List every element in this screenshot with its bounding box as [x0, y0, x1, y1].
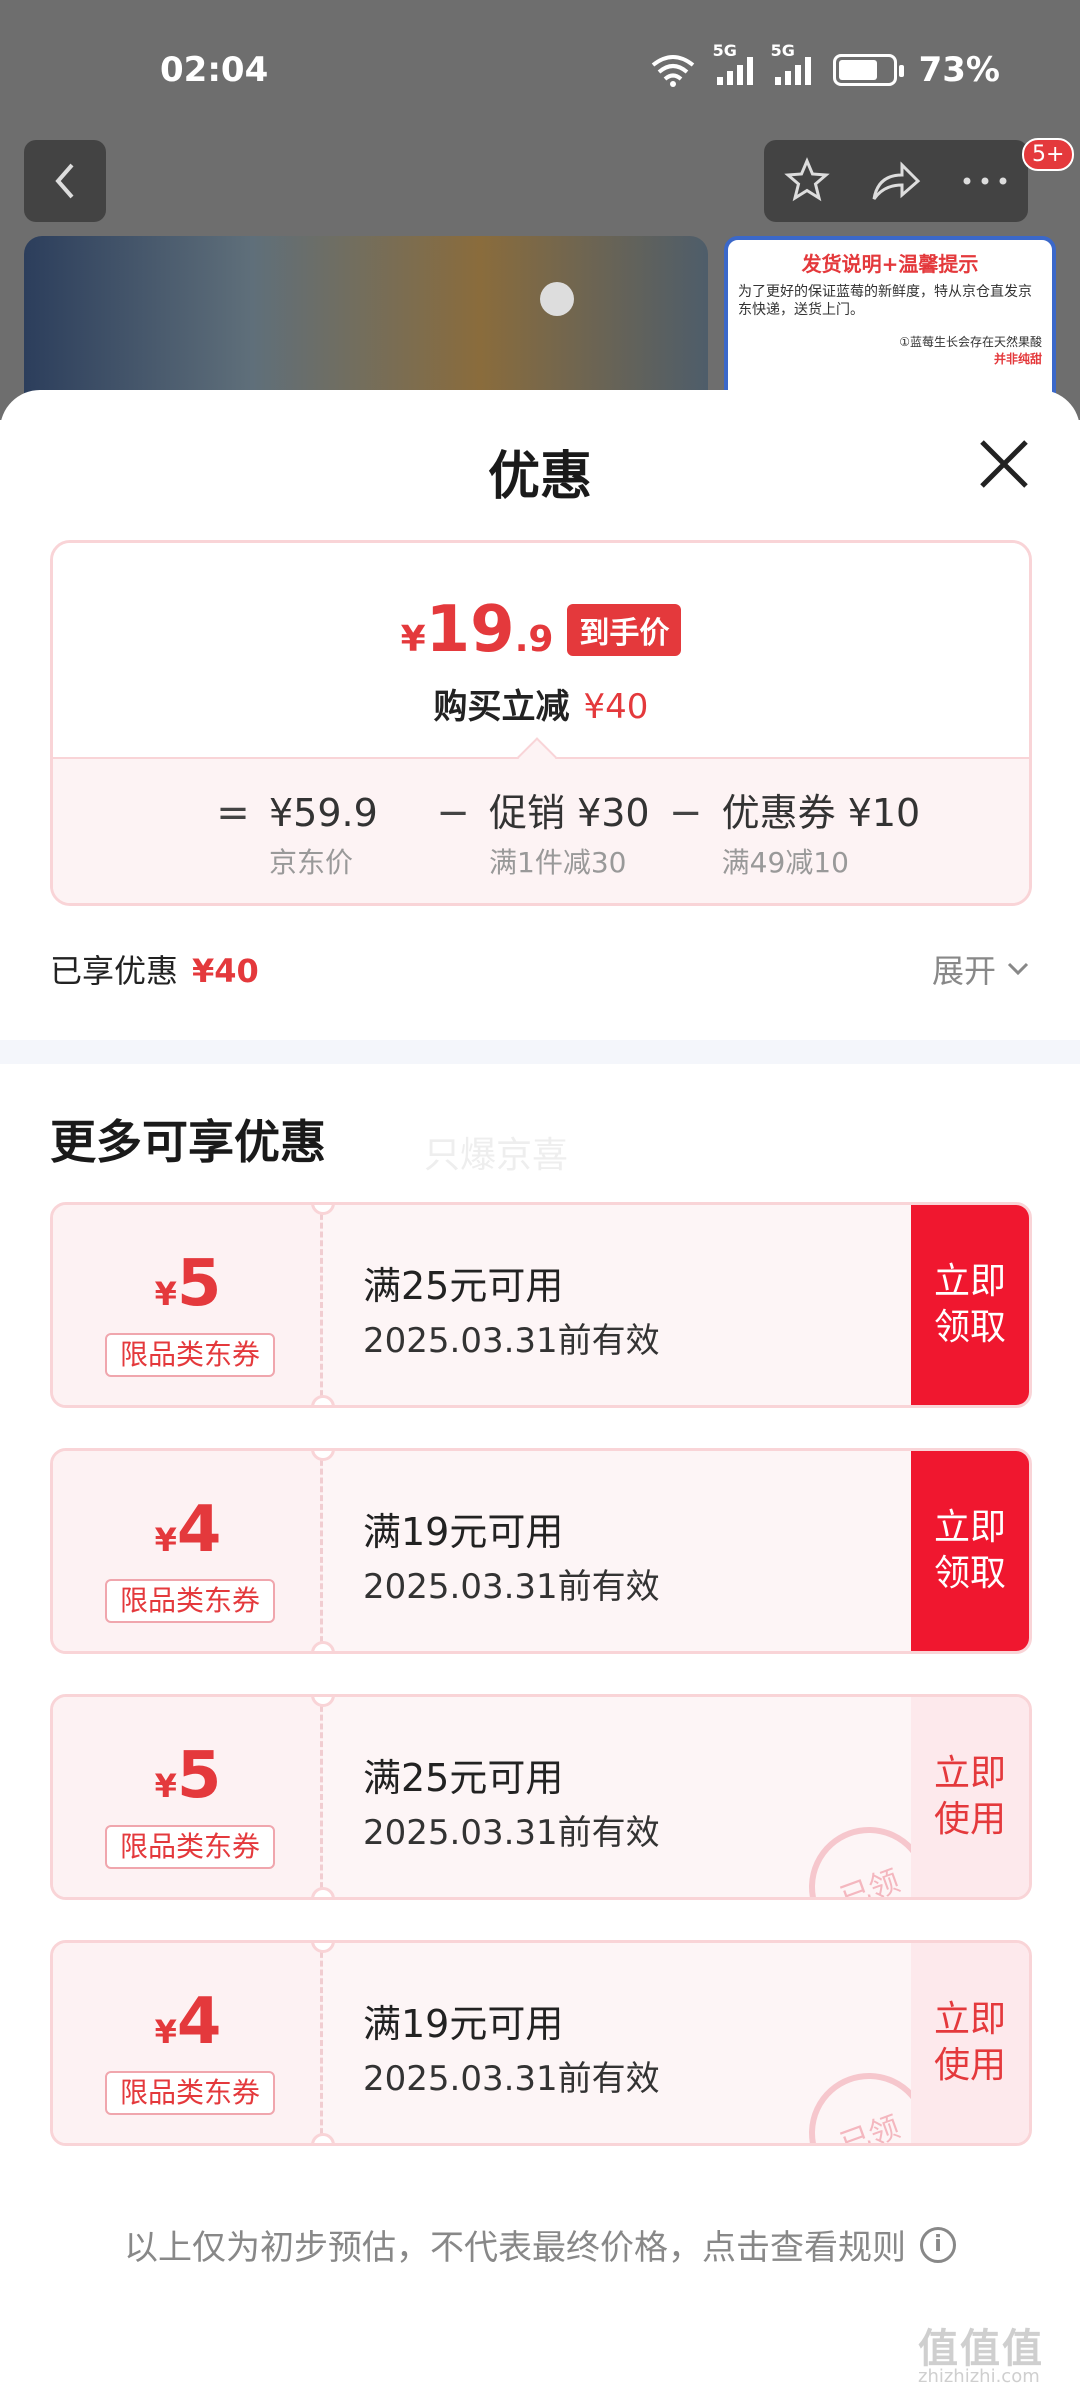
- sheet-title: 优惠: [487, 447, 592, 507]
- coupon-category: 限品类东券: [105, 1579, 275, 1623]
- coupon-validity: 2025.03.31前有效: [363, 1321, 660, 1361]
- close-button[interactable]: [974, 434, 1034, 494]
- coupon-validity: 2025.03.31前有效: [363, 1567, 660, 1607]
- coupon-amount: ¥5: [154, 1247, 222, 1321]
- back-button[interactable]: [24, 140, 106, 222]
- coupon-amount: ¥4: [154, 1985, 222, 2059]
- coupon-category: 限品类东券: [105, 2071, 275, 2115]
- close-icon: [980, 440, 1028, 488]
- enjoyed-discount: 已享优惠 ¥40: [50, 952, 259, 990]
- coupon-condition: 满25元可用: [363, 1756, 564, 1800]
- notification-badge: 5+: [1022, 138, 1075, 171]
- final-price-value: ¥19.9: [400, 593, 554, 667]
- info-image-text: 为了更好的保证蓝莓的新鲜度，特从京仓直发京东快递，送货上门。: [738, 284, 1032, 318]
- star-icon[interactable]: [783, 157, 831, 205]
- calc-item-promotion: 促销 ¥30 满1件减30: [489, 791, 650, 879]
- coupon-validity: 2025.03.31前有效: [363, 2059, 660, 2099]
- more-icon[interactable]: [961, 175, 1009, 187]
- calc-item-jd-price: ¥59.9 京东价: [269, 791, 378, 879]
- final-price-tag: 到手价: [567, 604, 682, 656]
- price-calculation: = ¥59.9 京东价 − 促销 ¥30 满1件减30 − 优惠券 ¥10 满4…: [203, 789, 926, 881]
- watermark-text: 只爆京喜: [424, 1135, 569, 1176]
- info-icon: i: [920, 2226, 956, 2263]
- coupon-card: ¥4 限品类东券 满19元可用 2025.03.31前有效 立即 领取: [50, 1448, 1032, 1654]
- cellular-signal-icon-2: 5G: [771, 41, 811, 85]
- coupon-notch: [311, 1641, 335, 1651]
- coupon-amount: ¥5: [154, 1739, 222, 1813]
- coupon-condition: 满19元可用: [363, 1510, 564, 1554]
- wifi-icon: [651, 55, 694, 87]
- status-icons: 5G 5G 73%: [651, 41, 1000, 90]
- info-image-title: 发货说明+温馨提示: [801, 252, 979, 276]
- final-price: ¥19.9 到手价: [53, 593, 1029, 667]
- battery-percent: 73%: [918, 50, 1000, 90]
- chevron-down-icon: [1007, 962, 1029, 976]
- page-backdrop: 02:04 5G 5G 73% 5+ 发货说明+温馨提示 为了更好的保证蓝莓的新…: [0, 0, 1080, 420]
- minus-sign: −: [668, 790, 703, 836]
- status-bar: 02:04 5G 5G 73%: [0, 0, 1080, 140]
- claim-coupon-button[interactable]: 立即 领取: [911, 1205, 1029, 1405]
- coupon-notch: [311, 1395, 335, 1405]
- price-breakdown: = ¥59.9 京东价 − 促销 ¥30 满1件减30 − 优惠券 ¥10 满4…: [53, 757, 1029, 903]
- calc-item-coupon: 优惠券 ¥10 满49减10: [721, 791, 921, 879]
- section-divider: [0, 1040, 1080, 1064]
- use-coupon-button[interactable]: 立即 使用: [911, 1943, 1029, 2143]
- coupon-condition: 满19元可用: [363, 2002, 564, 2046]
- minus-sign: −: [436, 790, 470, 836]
- chevron-left-icon: [55, 163, 74, 199]
- coupon-notch: [311, 1887, 335, 1897]
- coupon-card: ¥5 限品类东券 满25元可用 2025.03.31前有效 立即 领取: [50, 1202, 1032, 1408]
- info-image-note: ①蓝莓生长会存在天然果酸 并非纯甜: [899, 335, 1042, 366]
- rules-link[interactable]: 以上仅为初步预估，不代表最终价格，点击查看规则 i: [0, 2220, 1080, 2269]
- cellular-signal-icon-1: 5G: [713, 41, 753, 85]
- equals-sign: =: [216, 790, 250, 836]
- more-discounts-title: 更多可享优惠: [50, 1115, 326, 1169]
- purchase-reduction: 购买立减 ¥40: [433, 687, 649, 727]
- use-coupon-button[interactable]: 立即 使用: [911, 1697, 1029, 1897]
- coupon-condition: 满25元可用: [363, 1264, 564, 1308]
- coupon-card: ¥4 限品类东券 满19元可用 2025.03.31前有效 已领 立即 使用: [50, 1940, 1032, 2146]
- expand-button[interactable]: 展开: [932, 946, 1030, 992]
- status-time: 02:04: [160, 50, 269, 90]
- coupon-validity: 2025.03.31前有效: [363, 1813, 660, 1853]
- coupon-card: ¥5 限品类东券 满25元可用 2025.03.31前有效 已领 立即 使用: [50, 1694, 1032, 1900]
- header-actions: [764, 140, 1028, 222]
- site-watermark-url: zhizhizhi.com: [918, 2366, 1040, 2387]
- video-indicator: [540, 282, 574, 316]
- share-icon[interactable]: [870, 157, 922, 205]
- price-summary-card: ¥19.9 到手价 购买立减 ¥40 = ¥59.9 京东价 − 促销 ¥30 满…: [50, 540, 1032, 906]
- coupon-category: 限品类东券: [105, 1333, 275, 1377]
- discount-sheet: 优惠 ¥19.9 到手价 购买立减 ¥40 = ¥59.9 京东价 − 促销 ¥3…: [0, 390, 1080, 2400]
- coupon-category: 限品类东券: [105, 1825, 275, 1869]
- claim-coupon-button[interactable]: 立即 领取: [911, 1451, 1029, 1651]
- footnote-text: 以上仅为初步预估，不代表最终价格，点击查看规则: [124, 2228, 906, 2268]
- coupon-amount: ¥4: [154, 1493, 222, 1567]
- coupon-notch: [311, 2133, 335, 2143]
- battery-icon: [832, 54, 904, 86]
- final-price-section: ¥19.9 到手价 购买立减 ¥40: [53, 543, 1029, 757]
